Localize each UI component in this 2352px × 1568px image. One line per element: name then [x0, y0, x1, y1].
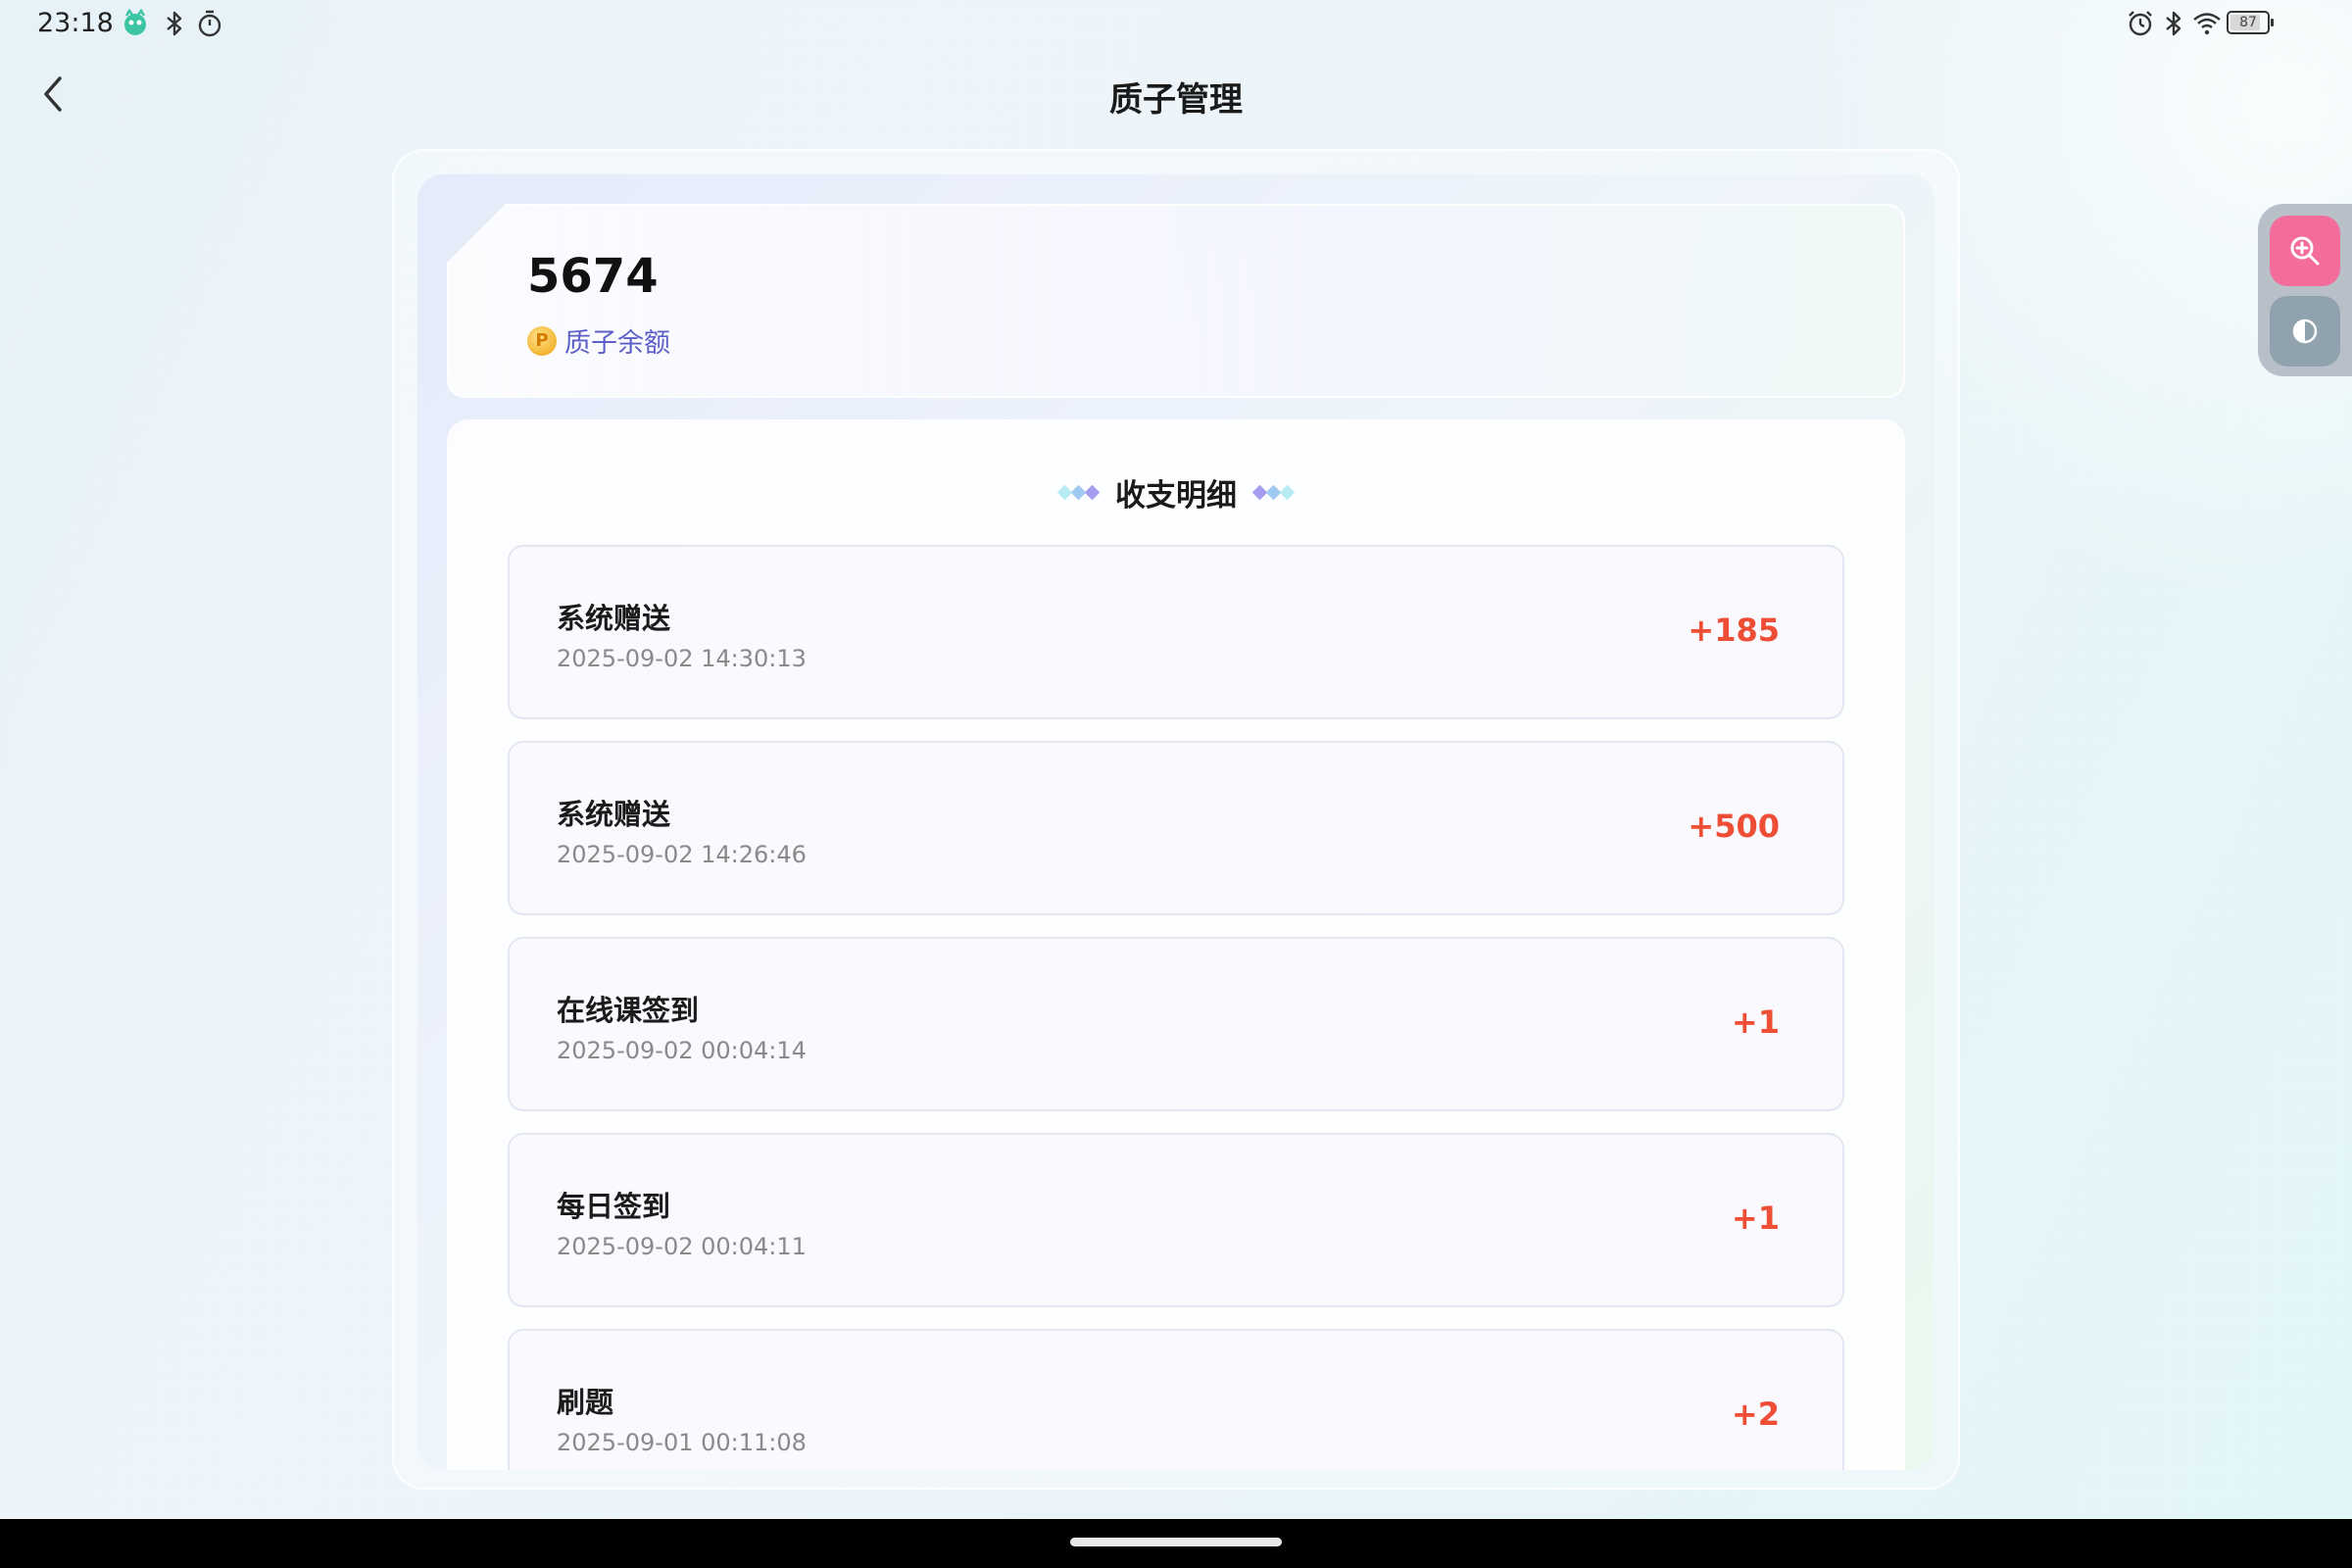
transaction-row[interactable]: 每日签到 2025-09-02 00:04:11 +1: [508, 1133, 1844, 1307]
zoom-button[interactable]: [2270, 216, 2340, 286]
balance-value: 5674: [527, 249, 659, 304]
transaction-row[interactable]: 系统赠送 2025-09-02 14:30:13 +185: [508, 545, 1844, 719]
transaction-amount: +185: [1688, 612, 1780, 649]
transaction-time: 2025-09-02 00:04:11: [557, 1233, 807, 1260]
transaction-row[interactable]: 系统赠送 2025-09-02 14:26:46 +500: [508, 741, 1844, 915]
transaction-row[interactable]: 在线课签到 2025-09-02 00:04:14 +1: [508, 937, 1844, 1111]
section-title: 收支明细: [1115, 478, 1237, 514]
home-indicator[interactable]: [1070, 1538, 1282, 1546]
transaction-time: 2025-09-02 14:30:13: [557, 645, 807, 672]
transaction-amount: +2: [1731, 1396, 1780, 1433]
wifi-icon: [2193, 13, 2221, 35]
floating-toolbar: [2258, 204, 2352, 376]
status-time: 23:18: [37, 8, 114, 38]
transaction-amount: +500: [1688, 808, 1780, 845]
battery-icon: 87: [2227, 11, 2274, 34]
transaction-amount: +1: [1731, 1004, 1780, 1041]
left-diamond-decoration-icon: [1056, 484, 1101, 501]
balance-label: 质子余额: [564, 328, 670, 359]
transaction-details-panel: 收支明细 系统赠送 2025-09-02 14:30:13 +185 系统赠送 …: [447, 419, 1905, 1470]
transaction-title: 系统赠送: [557, 798, 671, 831]
coin-icon: P: [527, 325, 557, 356]
transaction-amount: +1: [1731, 1200, 1780, 1237]
transaction-title: 刷题: [557, 1386, 614, 1419]
balance-label-row: P 质子余额: [527, 321, 670, 360]
zoom-in-icon: [2290, 236, 2320, 266]
right-diamond-decoration-icon: [1251, 484, 1296, 501]
section-header: 收支明细: [447, 470, 1905, 514]
balance-card: 5674 P 质子余额: [447, 204, 1905, 398]
transaction-title: 系统赠送: [557, 602, 671, 635]
alarm-icon: [2129, 11, 2152, 36]
transaction-time: 2025-09-02 14:26:46: [557, 841, 807, 868]
transaction-time: 2025-09-01 00:11:08: [557, 1429, 807, 1456]
app-notification-icon: [124, 8, 146, 35]
transaction-list: 系统赠送 2025-09-02 14:30:13 +185 系统赠送 2025-…: [508, 545, 1844, 1470]
contrast-icon: [2292, 318, 2318, 344]
transaction-title: 每日签到: [557, 1190, 671, 1223]
status-bar: 23:18 87: [0, 0, 2352, 49]
bluetooth-icon: [2166, 11, 2181, 36]
transaction-time: 2025-09-02 00:04:14: [557, 1037, 807, 1064]
content-panel: 5674 P 质子余额 收支明细 系统赠送 2025-09-02 14:30:1…: [417, 174, 1935, 1470]
timer-icon: [198, 10, 221, 37]
bluetooth-icon: [167, 11, 182, 36]
transaction-title: 在线课签到: [557, 994, 700, 1027]
transaction-row[interactable]: 刷题 2025-09-01 00:11:08 +2: [508, 1329, 1844, 1470]
battery-level: 87: [2239, 15, 2257, 30]
contrast-button[interactable]: [2270, 296, 2340, 367]
page-title: 质子管理: [1109, 80, 1243, 120]
